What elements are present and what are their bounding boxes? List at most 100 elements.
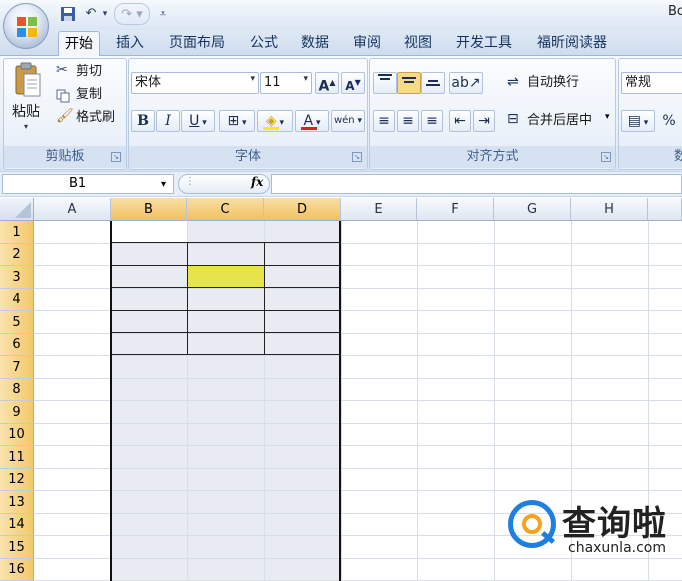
cut-label: 剪切 <box>76 64 103 79</box>
paste-dropdown-icon: ▾ <box>24 122 29 131</box>
watermark: 查询啦 chaxunla.com <box>508 496 678 566</box>
row-header[interactable]: 1 <box>0 221 34 244</box>
align-right-button[interactable]: ≡ <box>421 110 443 132</box>
copy-button[interactable]: 复制 <box>54 85 124 105</box>
orientation-button[interactable]: ab↗ <box>449 72 483 94</box>
row-header[interactable]: 15 <box>0 536 34 559</box>
borders-button[interactable]: ⊞ ▾ <box>219 110 255 132</box>
number-format-combobox[interactable]: 常规 <box>621 72 682 94</box>
font-color-button[interactable]: A ▾ <box>295 110 329 132</box>
format-painter-button[interactable]: 🖌 格式刷 <box>54 108 124 128</box>
tab-formulas[interactable]: 公式 <box>244 31 284 56</box>
row-header[interactable]: 14 <box>0 514 34 536</box>
phonetic-guide-button[interactable]: wén ▾ <box>331 110 365 132</box>
row-header[interactable]: 7 <box>0 356 34 379</box>
row-header[interactable]: 12 <box>0 469 34 491</box>
align-bottom-button[interactable] <box>421 72 445 94</box>
row-header[interactable]: 8 <box>0 379 34 401</box>
tab-page-layout[interactable]: 页面布局 <box>163 31 231 56</box>
row-header[interactable]: 9 <box>0 401 34 424</box>
active-cell-b1[interactable] <box>111 221 187 243</box>
selection-border-left <box>110 221 112 581</box>
align-middle-icon <box>402 77 416 83</box>
highlighted-cell-c3[interactable] <box>188 266 264 287</box>
row-header[interactable]: 13 <box>0 491 34 514</box>
borders-icon: ⊞ <box>227 113 240 129</box>
column-header-g[interactable]: G <box>494 198 571 221</box>
fx-icon[interactable]: fx <box>251 175 263 189</box>
number-format-value: 常规 <box>625 75 652 90</box>
column-header-c[interactable]: C <box>187 198 264 221</box>
selection-border-right <box>339 221 341 581</box>
accounting-format-button[interactable]: ▤ ▾ <box>621 110 655 132</box>
underline-button[interactable]: U ▾ <box>181 110 215 132</box>
table-border <box>264 243 265 354</box>
column-header-a[interactable]: A <box>34 198 111 221</box>
tab-data[interactable]: 数据 <box>295 31 335 56</box>
align-left-button[interactable]: ≡ <box>373 110 395 132</box>
tab-foxit-reader[interactable]: 福昕阅读器 <box>531 31 613 56</box>
clipboard-launcher-icon[interactable]: ↘ <box>111 152 121 162</box>
column-header-f[interactable]: F <box>417 198 494 221</box>
row-header[interactable]: 4 <box>0 289 34 311</box>
align-middle-button[interactable] <box>397 72 421 94</box>
undo-icon[interactable]: ↶ <box>82 3 100 25</box>
wrap-text-button[interactable]: ⇌ 自动换行 <box>503 72 613 94</box>
tab-insert[interactable]: 插入 <box>110 31 150 56</box>
row-header[interactable]: 6 <box>0 334 34 356</box>
format-painter-label: 格式刷 <box>76 110 116 125</box>
paste-button[interactable]: 粘贴 ▾ <box>10 62 46 138</box>
bold-button[interactable]: B <box>131 110 155 132</box>
row-header[interactable]: 10 <box>0 424 34 446</box>
align-top-button[interactable] <box>373 72 397 94</box>
merge-center-button[interactable]: ⊟ 合并后居中 ▾ <box>503 110 615 132</box>
insert-function-area: ⋮ fx <box>178 174 270 194</box>
column-gridline <box>417 221 418 581</box>
table-border <box>110 310 341 311</box>
increase-indent-button[interactable]: ⇥ <box>473 110 495 132</box>
tab-review[interactable]: 审阅 <box>347 31 387 56</box>
alignment-group-label: 对齐方式 <box>370 146 615 168</box>
tab-home[interactable]: 开始 <box>58 31 100 56</box>
redo-icon[interactable]: ↷ ▾ <box>114 3 150 25</box>
row-gridline <box>34 445 682 446</box>
decrease-indent-button[interactable]: ⇤ <box>449 110 471 132</box>
underline-label: U <box>189 113 200 129</box>
office-button[interactable] <box>3 3 49 49</box>
alignment-launcher-icon[interactable]: ↘ <box>601 152 611 162</box>
font-size-combobox[interactable]: 11 ▾ <box>260 72 312 94</box>
row-header[interactable]: 11 <box>0 446 34 469</box>
name-box[interactable]: B1 ▾ <box>2 174 174 194</box>
row-header[interactable]: 5 <box>0 311 34 334</box>
tab-view[interactable]: 视图 <box>398 31 438 56</box>
fill-color-swatch <box>263 127 279 130</box>
select-all-button[interactable] <box>0 198 34 221</box>
percent-style-button[interactable]: % <box>658 110 680 132</box>
column-header-e[interactable]: E <box>341 198 417 221</box>
italic-button[interactable]: I <box>156 110 180 132</box>
cut-button[interactable]: ✂ 剪切 <box>54 62 124 82</box>
column-header-d[interactable]: D <box>264 198 341 221</box>
row-header[interactable]: 16 <box>0 559 34 581</box>
row-header[interactable]: 3 <box>0 266 34 289</box>
column-header-partial[interactable] <box>648 198 682 221</box>
font-name-combobox[interactable]: 宋体 ▾ <box>131 72 259 94</box>
fill-color-button[interactable]: ◈ ▾ <box>257 110 293 132</box>
table-border <box>110 332 341 333</box>
align-center-button[interactable]: ≡ <box>397 110 419 132</box>
currency-icon: ▤ <box>627 113 641 129</box>
save-icon[interactable] <box>58 3 78 25</box>
chevron-down-icon: ▾ <box>640 118 649 128</box>
row-header[interactable]: 2 <box>0 244 34 266</box>
formula-input[interactable] <box>271 174 682 194</box>
grow-font-button[interactable]: A▲ <box>315 72 339 95</box>
shrink-font-button[interactable]: A▼ <box>341 72 365 94</box>
undo-dropdown-icon[interactable]: ▾ <box>100 3 110 25</box>
customize-qat-icon[interactable]: ⩡ <box>156 3 170 25</box>
align-right-icon: ≡ <box>426 113 438 129</box>
column-header-h[interactable]: H <box>571 198 648 221</box>
tab-developer[interactable]: 开发工具 <box>450 31 518 56</box>
column-header-b[interactable]: B <box>111 198 187 221</box>
font-launcher-icon[interactable]: ↘ <box>352 152 362 162</box>
copy-label: 复制 <box>76 87 103 102</box>
